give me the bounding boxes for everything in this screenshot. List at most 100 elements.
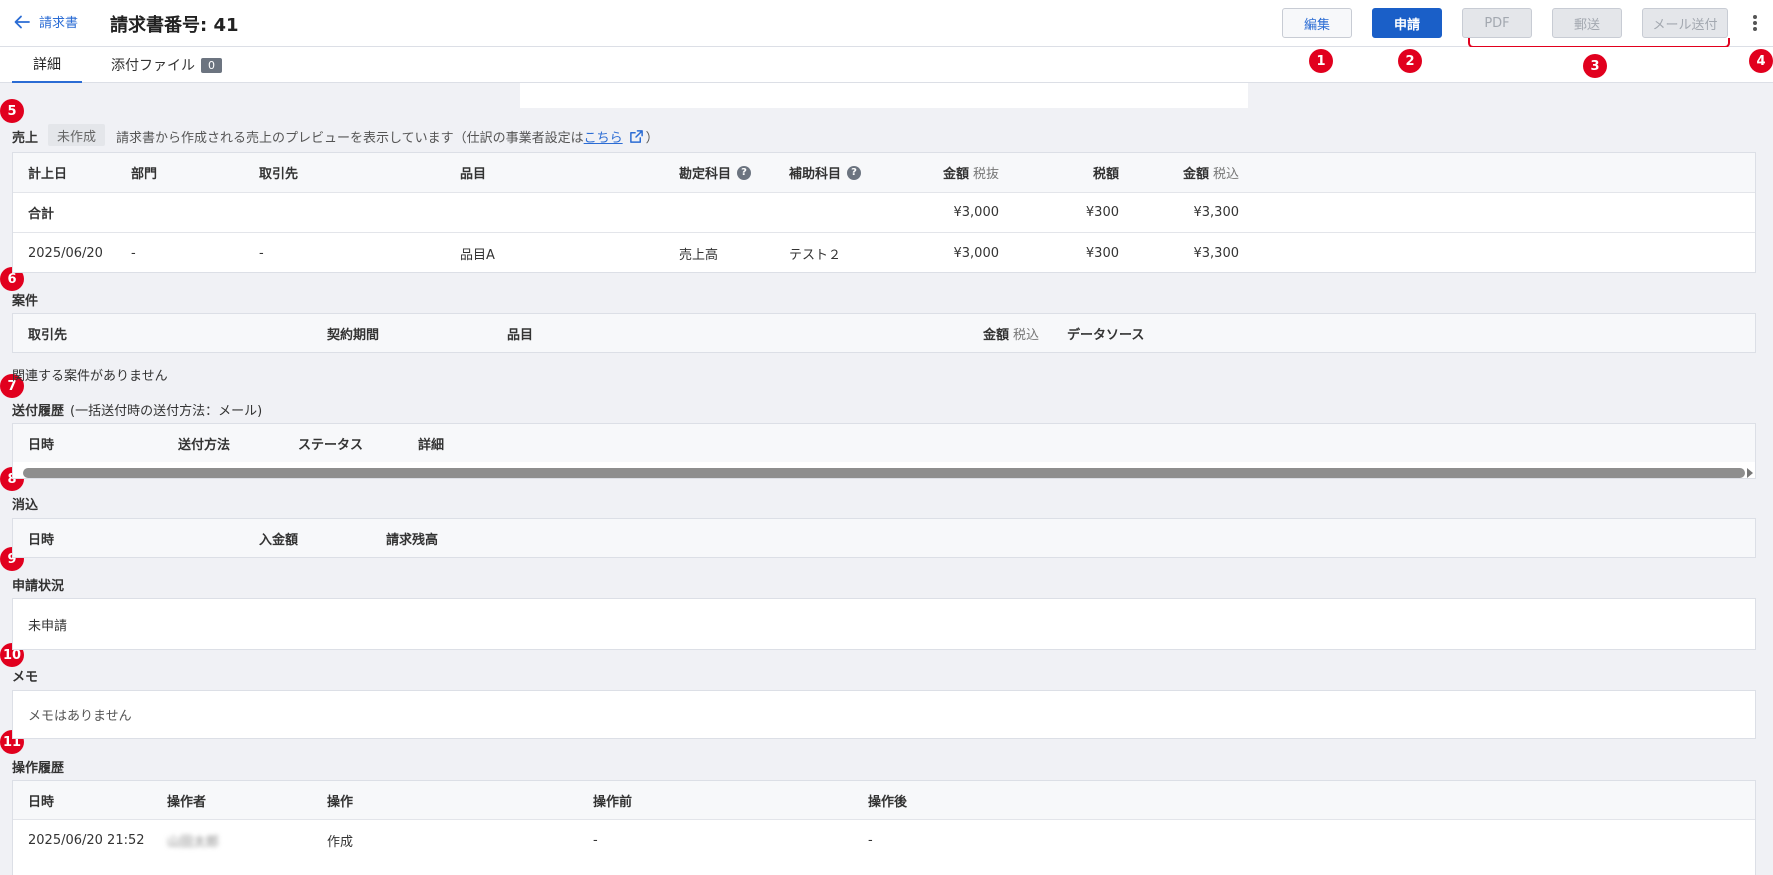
row-item: 品目A	[460, 247, 495, 263]
scroll-right-icon[interactable]	[1747, 468, 1753, 478]
tab-bar: 詳細 添付ファイル 0	[0, 47, 1773, 83]
col-header-amount-label: 金額	[982, 327, 1009, 343]
attachment-count-badge: 0	[201, 57, 222, 73]
back-link[interactable]: 請求書	[13, 12, 78, 31]
col-header-amount-suffix: 税込	[1012, 327, 1039, 343]
back-link-label: 請求書	[39, 16, 79, 31]
col-header-balance: 請求残高	[386, 532, 439, 548]
row-partner: -	[259, 245, 264, 261]
annotation-marker-3: 3	[1583, 54, 1607, 78]
col-header-dept: 部門	[131, 167, 158, 182]
table-row: 2025/06/20 21:52 山田太郎 作成 - -	[13, 820, 1755, 860]
sales-section-title: 売上	[12, 131, 39, 146]
total-amount: ¥3,000	[953, 205, 1000, 220]
row-tax: ¥300	[1085, 245, 1119, 261]
memo-section-title: メモ	[12, 670, 39, 685]
col-header-datetime: 日時	[28, 794, 55, 810]
row-amount-incl: ¥3,300	[1193, 245, 1240, 261]
help-icon[interactable]: ?	[847, 165, 862, 180]
help-icon[interactable]: ?	[737, 165, 752, 180]
send-history-subtitle: (一括送付時の送付方法：メール)	[70, 404, 263, 419]
row-after: -	[868, 832, 873, 848]
send-history-section-title: 送付履歴 (一括送付時の送付方法：メール)	[12, 400, 262, 419]
tab-attachments-label: 添付ファイル	[111, 58, 195, 74]
operation-history-section-title: 操作履歴	[12, 761, 65, 776]
sales-note-text: 請求書から作成される売上のプレビューを表示しています（仕訳の事業者設定は	[116, 131, 584, 146]
edit-button[interactable]: 編集	[1282, 8, 1352, 38]
col-header-period: 契約期間	[327, 327, 380, 343]
col-header-method: 送付方法	[178, 437, 231, 453]
memo-panel: メモはありません	[12, 690, 1756, 739]
total-row: 合計 ¥3,000 ¥300 ¥3,300	[13, 193, 1755, 233]
col-header-partner: 取引先	[28, 327, 68, 343]
projects-section-title: 案件	[12, 294, 39, 309]
projects-empty-message: 関連する案件がありません	[12, 369, 168, 384]
col-header-operation: 操作	[327, 794, 354, 810]
sales-table: 計上日 部門 取引先 品目 勘定科目? 補助科目? 金額 税抜 税額 金額 税込 合…	[12, 152, 1756, 273]
sales-status-badge: 未作成	[48, 124, 106, 146]
operation-history-table: 日時 操作者 操作 操作前 操作後 2025/06/20 21:52 山田太郎 …	[12, 780, 1756, 875]
total-label: 合計	[28, 207, 55, 222]
col-header-operator: 操作者	[167, 794, 207, 810]
col-header-account: 勘定科目?	[679, 153, 752, 192]
application-status-value: 未申請	[28, 618, 68, 634]
table-header-row: 日時 入金額 請求残高	[13, 519, 1755, 557]
table-header-row: 日時 操作者 操作 操作前 操作後	[13, 781, 1755, 820]
table-header-row: 取引先 契約期間 品目 金額 税込 データソース	[13, 314, 1755, 352]
clearing-section-title: 消込	[12, 498, 39, 513]
tab-detail[interactable]: 詳細	[12, 47, 82, 83]
email-send-button[interactable]: メール送付	[1642, 8, 1728, 38]
col-header-account-label: 勘定科目	[679, 167, 732, 182]
annotation-marker-1: 1	[1309, 49, 1333, 73]
sales-preview-note: 請求書から作成される売上のプレビューを表示しています（仕訳の事業者設定は こちら…	[116, 127, 659, 146]
apply-button[interactable]: 申請	[1372, 8, 1442, 38]
col-header-datetime: 日時	[28, 437, 55, 453]
col-header-subaccount-label: 補助科目	[789, 167, 842, 182]
col-header-amount-label: 金額	[942, 167, 969, 182]
more-options-icon[interactable]	[1750, 12, 1760, 34]
send-history-title: 送付履歴	[12, 404, 65, 419]
journal-settings-link[interactable]: こちら	[584, 127, 623, 146]
application-section-title: 申請状況	[12, 579, 65, 594]
sales-note-suffix: ）	[645, 131, 659, 146]
total-amount-incl: ¥3,300	[1193, 205, 1240, 220]
send-history-table: 日時 送付方法 ステータス 詳細	[12, 423, 1756, 479]
table-header-row: 日時 送付方法 ステータス 詳細	[13, 424, 1755, 462]
row-date: 2025/06/20	[28, 245, 103, 261]
annotation-marker-5: 5	[0, 99, 24, 123]
row-operation: 作成	[327, 834, 354, 850]
memo-empty-message: メモはありません	[28, 709, 132, 724]
col-header-status: ステータス	[298, 437, 364, 453]
clearing-table: 日時 入金額 請求残高	[12, 518, 1756, 558]
col-header-amount-suffix: 税抜	[972, 167, 999, 182]
external-link-icon[interactable]	[629, 129, 644, 144]
projects-table: 取引先 契約期間 品目 金額 税込 データソース	[12, 313, 1756, 353]
col-header-amount: 金額 税込	[913, 314, 1039, 352]
row-before: -	[593, 832, 598, 848]
page-title: 請求書番号: 41	[110, 15, 239, 36]
col-header-date: 計上日	[28, 167, 68, 182]
col-header-datetime: 日時	[28, 532, 55, 548]
horizontal-scrollbar[interactable]	[23, 468, 1745, 478]
col-header-before: 操作前	[593, 794, 633, 810]
col-header-source: データソース	[1067, 327, 1145, 343]
postal-mail-button[interactable]: 郵送	[1552, 8, 1622, 38]
col-header-subaccount: 補助科目?	[789, 153, 862, 192]
row-operator: 山田太郎	[167, 834, 220, 850]
col-header-after: 操作後	[868, 794, 908, 810]
invoice-preview-strip	[520, 83, 1248, 108]
table-row: 2025/06/20 - - 品目A 売上高 テスト２ ¥3,000 ¥300 …	[13, 233, 1755, 273]
tab-attachments[interactable]: 添付ファイル 0	[111, 47, 222, 83]
annotation-marker-2: 2	[1398, 49, 1422, 73]
row-account: 売上高	[679, 247, 719, 263]
arrow-left-icon	[14, 15, 30, 28]
pdf-button[interactable]: PDF	[1462, 8, 1532, 38]
row-subaccount: テスト２	[789, 247, 842, 263]
col-header-item: 品目	[507, 327, 534, 343]
col-header-tax: 税額	[1092, 167, 1119, 182]
annotation-marker-4: 4	[1749, 49, 1773, 73]
col-header-amount: 金額 税抜	[893, 153, 999, 192]
row-amount: ¥3,000	[953, 245, 1000, 261]
col-header-deposit: 入金額	[259, 532, 299, 548]
tab-detail-label: 詳細	[33, 57, 61, 73]
